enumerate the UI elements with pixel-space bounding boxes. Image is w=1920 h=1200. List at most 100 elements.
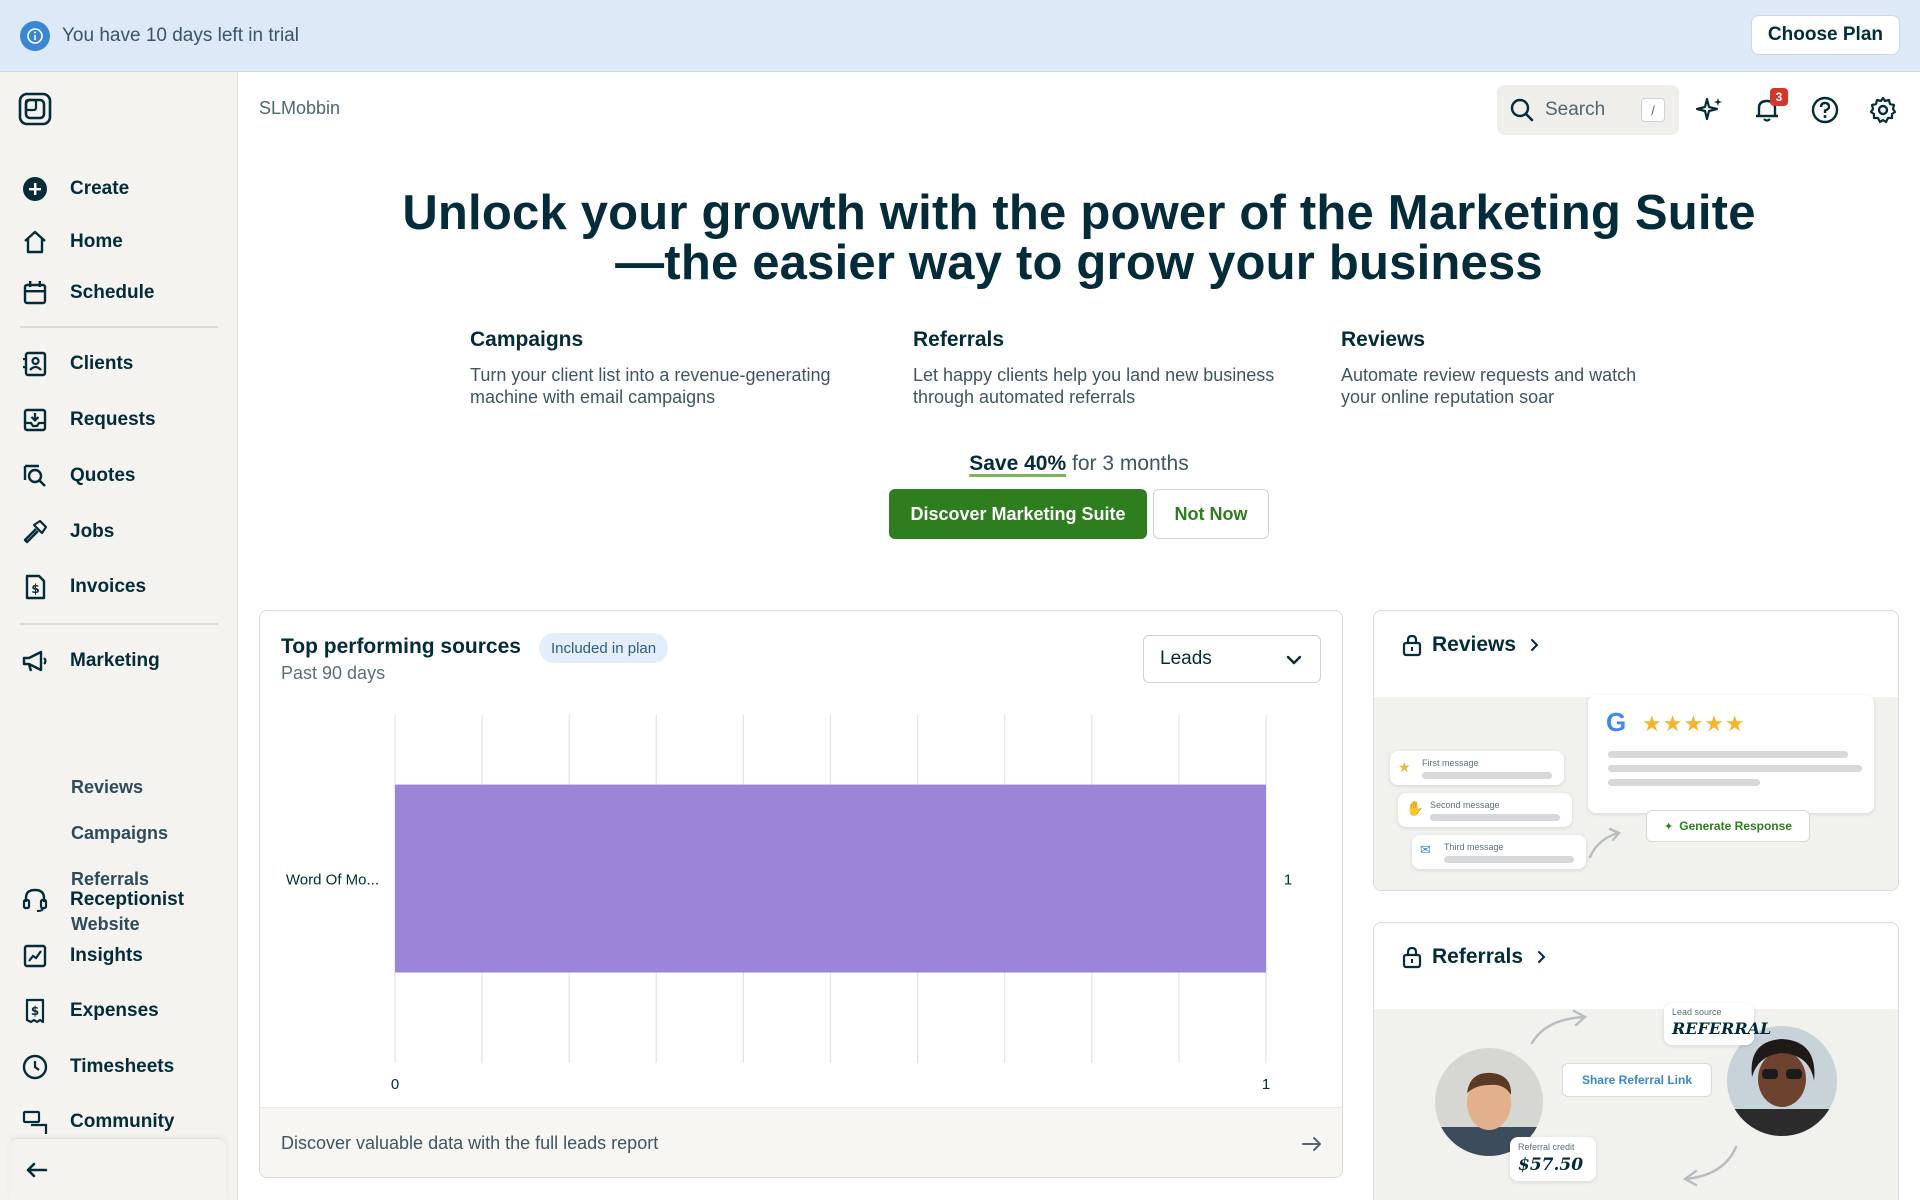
feature-desc-line1: Turn your client list into a revenue-gen… bbox=[470, 365, 831, 385]
referrals-card-title: Referrals bbox=[1432, 945, 1524, 968]
sidebar-item-quotes[interactable]: Quotes bbox=[20, 456, 135, 496]
save-duration: for 3 months bbox=[1066, 452, 1189, 475]
not-now-button[interactable]: Not Now bbox=[1153, 489, 1269, 539]
message-label: Second message bbox=[1430, 800, 1500, 810]
plus-circle-icon bbox=[20, 174, 50, 204]
help-icon[interactable] bbox=[1810, 95, 1840, 125]
metric-select[interactable]: Leads bbox=[1143, 635, 1321, 683]
sparkle-icon[interactable] bbox=[1695, 95, 1725, 125]
feature-title: Referrals bbox=[913, 328, 1005, 351]
sidebar-item-create[interactable]: Create bbox=[20, 169, 129, 209]
reviews-illustration: ★ First message ✋ Second message ✉ Third… bbox=[1374, 695, 1898, 890]
referral-credit-value: $57.50 bbox=[1518, 1155, 1584, 1175]
message-card: ✉ Third message bbox=[1412, 835, 1586, 869]
message-placeholder-line bbox=[1422, 772, 1552, 779]
sidebar-item-receptionist[interactable]: Receptionist bbox=[20, 880, 184, 920]
included-in-plan-badge: Included in plan bbox=[539, 633, 669, 663]
sidebar-item-schedule[interactable]: Schedule bbox=[20, 273, 154, 313]
sidebar-collapse-bar bbox=[10, 1138, 226, 1200]
share-referral-link-button: Share Referral Link bbox=[1562, 1063, 1712, 1097]
trial-banner: You have 10 days left in trial Choose Pl… bbox=[0, 0, 1920, 72]
info-icon bbox=[20, 20, 50, 51]
gear-icon[interactable] bbox=[1868, 95, 1898, 125]
feature-title: Campaigns bbox=[470, 328, 584, 351]
receipt-dollar-icon: $ bbox=[20, 996, 50, 1026]
top-sources-card: Top performing sources Included in plan … bbox=[259, 610, 1343, 1178]
search-placeholder: Search bbox=[1545, 99, 1606, 120]
lead-source-tag: Lead source REFERRAL bbox=[1664, 1003, 1771, 1045]
lock-icon bbox=[1402, 634, 1422, 657]
breadcrumb[interactable]: SLMobbin bbox=[259, 98, 340, 119]
review-placeholder-line bbox=[1608, 751, 1848, 758]
feature-desc-line1: Let happy clients help you land new busi… bbox=[913, 365, 1275, 385]
contact-card-icon bbox=[20, 349, 50, 379]
leads-report-link[interactable]: Discover valuable data with the full lea… bbox=[260, 1107, 1342, 1177]
headset-icon bbox=[20, 885, 50, 915]
clock-icon bbox=[20, 1052, 50, 1082]
sidebar-item-home[interactable]: Home bbox=[20, 222, 123, 262]
referrals-card-header[interactable]: Referrals bbox=[1400, 945, 1549, 969]
feature-desc-line2: through automated referrals bbox=[913, 387, 1136, 407]
lock-icon bbox=[1402, 946, 1422, 969]
app-logo[interactable] bbox=[18, 92, 52, 126]
feature-title: Reviews bbox=[1341, 328, 1426, 351]
sidebar-item-label: Create bbox=[70, 178, 130, 199]
search-input[interactable]: Search / bbox=[1497, 85, 1679, 135]
feature-referrals: Referrals Let happy clients help you lan… bbox=[913, 328, 1274, 408]
feature-desc-line2: machine with email campaigns bbox=[470, 387, 716, 407]
review-placeholder-line bbox=[1608, 765, 1862, 772]
generate-response-label: Generate Response bbox=[1679, 819, 1792, 833]
message-card: ✋ Second message bbox=[1398, 793, 1572, 827]
megaphone-icon bbox=[20, 646, 50, 676]
sidebar-item-timesheets[interactable]: Timesheets bbox=[20, 1047, 174, 1087]
chat-icon bbox=[20, 1107, 50, 1137]
choose-plan-button[interactable]: Choose Plan bbox=[1750, 15, 1900, 55]
feature-campaigns: Campaigns Turn your client list into a r… bbox=[470, 328, 831, 408]
reviews-promo-card[interactable]: Reviews ★ First message ✋ Second message… bbox=[1373, 610, 1899, 891]
sidebar-item-label: Marketing bbox=[70, 650, 160, 671]
svg-text:$: $ bbox=[31, 582, 39, 596]
chevron-down-icon bbox=[1286, 655, 1302, 665]
sidebar-item-community[interactable]: Community bbox=[20, 1102, 175, 1142]
chart-icon bbox=[20, 941, 50, 971]
referrals-promo-card[interactable]: Referrals Lead source REFERRAL Share Ref… bbox=[1373, 922, 1899, 1200]
arrow-right-icon bbox=[1302, 1137, 1321, 1151]
save-percent: Save 40% bbox=[969, 452, 1067, 475]
sidebar-item-marketing[interactable]: Marketing bbox=[20, 641, 160, 681]
sidebar-item-requests[interactable]: Requests bbox=[20, 400, 156, 440]
chart-bar bbox=[395, 784, 1266, 973]
chart-x-tick-label: 0 bbox=[391, 1076, 399, 1093]
sidebar-subitem-reviews[interactable]: Reviews bbox=[71, 772, 143, 802]
google-review-card: G ★★★★★ bbox=[1588, 695, 1874, 813]
sidebar-item-label: Requests bbox=[70, 409, 156, 430]
curved-arrow-icon bbox=[1530, 1009, 1588, 1045]
lead-source-label: Lead source bbox=[1672, 1007, 1722, 1017]
sidebar-item-invoices[interactable]: $ Invoices bbox=[20, 567, 146, 607]
inbox-download-icon bbox=[20, 405, 50, 435]
message-label: First message bbox=[1422, 758, 1479, 768]
sidebar-item-insights[interactable]: Insights bbox=[20, 936, 143, 976]
sidebar-item-clients[interactable]: Clients bbox=[20, 344, 133, 384]
sidebar-item-label: Insights bbox=[70, 945, 143, 966]
reviews-card-title: Reviews bbox=[1432, 633, 1517, 656]
sidebar: Create Home Schedule Clients Requests Qu… bbox=[0, 72, 238, 1200]
chart-value-label: 1 bbox=[1284, 872, 1292, 889]
hero-title-line2: —the easier way to grow your business bbox=[615, 236, 1543, 290]
sidebar-subitem-campaigns[interactable]: Campaigns bbox=[71, 818, 168, 848]
thumbs-up-icon: ✋ bbox=[1406, 800, 1424, 816]
reviews-card-header[interactable]: Reviews bbox=[1400, 633, 1542, 657]
hammer-icon bbox=[20, 517, 50, 547]
search-shortcut-key: / bbox=[1641, 98, 1665, 122]
sidebar-item-label: Community bbox=[70, 1111, 175, 1132]
feature-desc-line2: your online reputation soar bbox=[1341, 387, 1555, 407]
discover-marketing-suite-button[interactable]: Discover Marketing Suite bbox=[889, 489, 1147, 539]
review-placeholder-line bbox=[1608, 779, 1760, 786]
sidebar-item-jobs[interactable]: Jobs bbox=[20, 512, 114, 552]
feature-reviews: Reviews Automate review requests and wat… bbox=[1341, 328, 1636, 408]
referral-credit-tag: Referral credit $57.50 bbox=[1510, 1137, 1596, 1181]
chart-title: Top performing sources bbox=[281, 635, 521, 658]
arrow-left-icon[interactable] bbox=[22, 1155, 52, 1185]
metric-select-value: Leads bbox=[1160, 648, 1212, 669]
search-icon bbox=[1510, 98, 1534, 122]
sidebar-item-expenses[interactable]: $ Expenses bbox=[20, 991, 159, 1031]
